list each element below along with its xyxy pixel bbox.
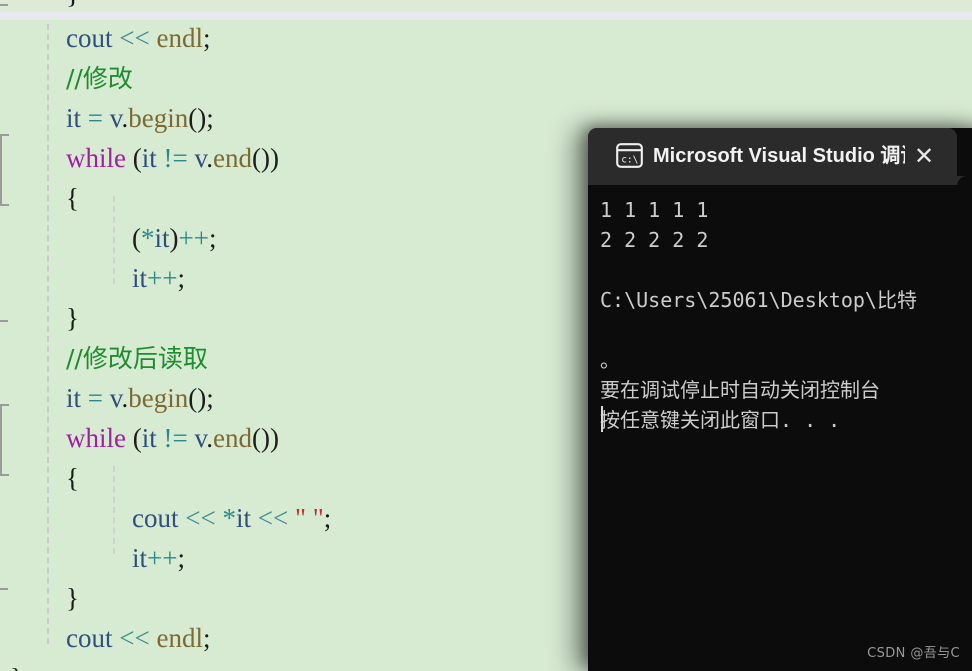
- code-token: end: [212, 143, 252, 173]
- console-titlebar[interactable]: c:\ Microsoft Visual Studio 调试控制台 ✕: [588, 128, 966, 185]
- code-token: ();: [188, 383, 214, 413]
- screenshot-root: } cout << endl;//修改it = v.begin();while …: [0, 0, 972, 671]
- console-output[interactable]: 1 1 1 1 1 2 2 2 2 2 C:\Users\25061\Deskto…: [588, 185, 972, 671]
- close-icon[interactable]: ✕: [906, 140, 942, 172]
- code-token: <<: [119, 23, 150, 53]
- code-token: ;: [177, 543, 185, 573]
- console-line: 1 1 1 1 1: [600, 198, 709, 222]
- code-token: ++: [178, 223, 209, 253]
- terminal-icon: c:\: [616, 143, 643, 168]
- console-line: 2 2 2 2 2: [600, 228, 709, 252]
- code-token: }: [66, 303, 79, 333]
- console-line: 按任意键关闭此窗口. . .: [600, 408, 841, 432]
- code-token: !=: [163, 423, 188, 453]
- code-token: ;: [208, 223, 217, 253]
- code-token: *: [141, 223, 155, 253]
- code-token: ;: [323, 503, 332, 533]
- code-token: ()): [251, 143, 279, 173]
- debug-console-window[interactable]: c:\ Microsoft Visual Studio 调试控制台 ✕ 1 1 …: [588, 128, 972, 671]
- code-token: v: [194, 423, 207, 453]
- code-token: <<: [185, 503, 216, 533]
- code-token: ): [169, 223, 179, 253]
- code-token: *: [222, 503, 236, 533]
- console-title-text: Microsoft Visual Studio 调试控制台: [653, 145, 905, 167]
- code-token: it: [132, 543, 148, 573]
- code-token: <<: [119, 623, 150, 653]
- code-token: }: [10, 663, 23, 671]
- code-token: cout: [132, 503, 179, 533]
- code-token: cout: [66, 23, 113, 53]
- code-token: endl: [156, 623, 203, 653]
- code-token: (: [132, 143, 142, 173]
- code-token: v: [109, 383, 122, 413]
- code-token: it: [154, 223, 170, 253]
- code-token: v: [194, 143, 207, 173]
- code-token: .: [206, 423, 213, 453]
- code-token: while: [66, 423, 126, 453]
- code-token: =: [87, 383, 103, 413]
- code-token: it: [141, 143, 157, 173]
- code-token: ++: [147, 543, 178, 573]
- code-token: {: [66, 183, 79, 213]
- code-token: while: [66, 143, 126, 173]
- code-token: <<: [257, 503, 289, 533]
- code-token: !=: [163, 143, 188, 173]
- code-token: //修改后读取: [66, 344, 208, 373]
- code-token: ++: [147, 263, 178, 293]
- fold-tick-top: [0, 4, 8, 6]
- code-token: ;: [177, 263, 185, 293]
- code-token: " ": [294, 503, 324, 533]
- code-token: it: [66, 383, 82, 413]
- code-token: it: [141, 423, 157, 453]
- code-token: //修改: [66, 64, 133, 93]
- code-token: end: [212, 423, 252, 453]
- console-line: 要在调试停止时自动关闭控制台: [600, 378, 880, 402]
- console-line: C:\Users\25061\Desktop\比特: [600, 288, 917, 312]
- csdn-watermark: CSDN @吾与C: [867, 646, 960, 661]
- code-token: =: [87, 103, 103, 133]
- code-token: cout: [66, 623, 113, 653]
- code-token: begin: [128, 103, 189, 133]
- code-token: it: [66, 103, 82, 133]
- code-token: (: [132, 223, 141, 253]
- console-caret: [601, 406, 603, 432]
- code-token: .: [206, 143, 213, 173]
- code-token: it: [132, 263, 148, 293]
- code-token: }: [66, 583, 79, 613]
- code-token: it: [235, 503, 251, 533]
- code-line[interactable]: cout << endl;: [0, 18, 972, 58]
- partial-top-brace: }: [66, 0, 80, 11]
- code-token: v: [109, 103, 122, 133]
- code-token: ()): [251, 423, 279, 453]
- code-line[interactable]: //修改: [0, 58, 972, 98]
- code-token: ();: [188, 103, 214, 133]
- code-token: (: [132, 423, 142, 453]
- console-line: 。: [600, 348, 620, 372]
- svg-text:c:\: c:\: [621, 154, 638, 165]
- code-token: ;: [202, 623, 211, 653]
- code-token: ;: [202, 23, 211, 53]
- code-token: endl: [156, 23, 203, 53]
- code-token: {: [66, 463, 79, 493]
- code-token: begin: [128, 383, 189, 413]
- editor-partial-top-line: }: [0, 0, 972, 12]
